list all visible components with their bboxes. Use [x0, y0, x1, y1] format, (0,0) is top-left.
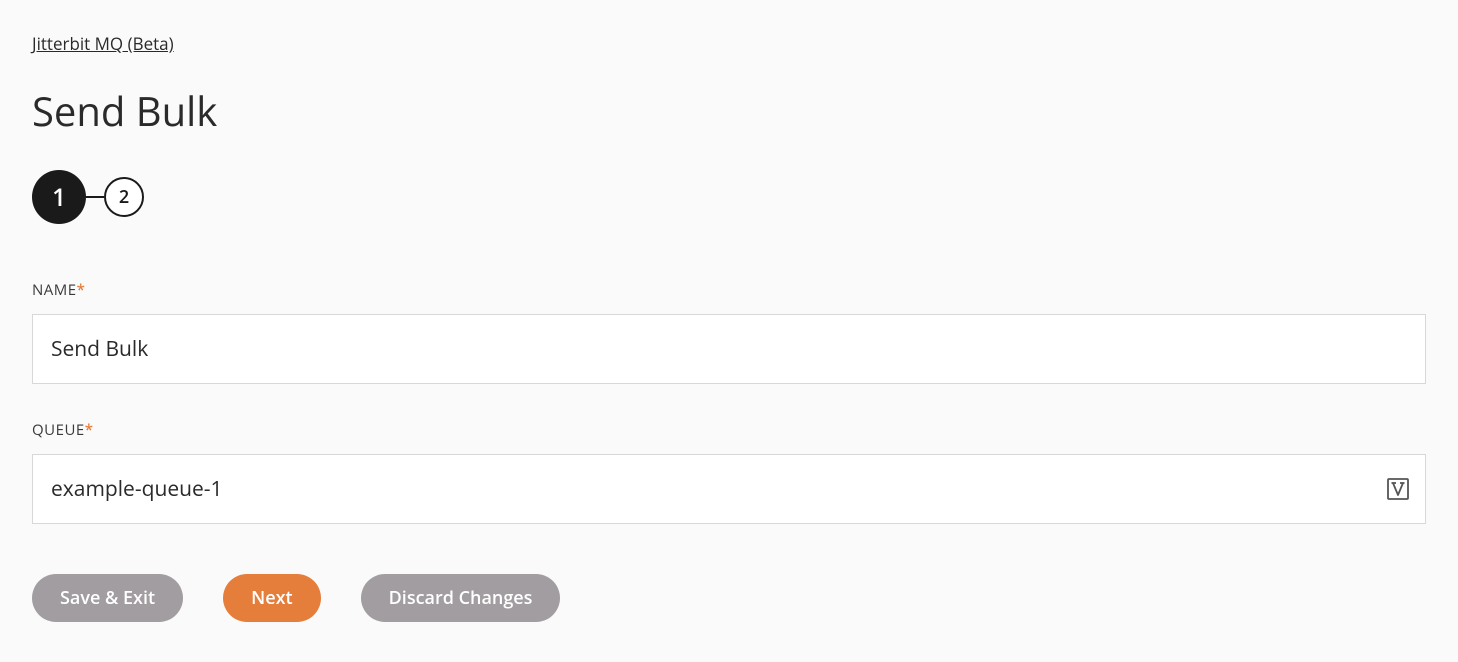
queue-input-wrapper [32, 454, 1426, 524]
step-2-circle[interactable]: 2 [104, 177, 144, 217]
required-asterisk-icon: * [77, 280, 86, 300]
discard-changes-button[interactable]: Discard Changes [361, 574, 561, 622]
button-row: Save & Exit Next Discard Changes [32, 574, 1426, 622]
required-asterisk-icon: * [85, 420, 94, 440]
queue-field-group: QUEUE* [32, 420, 1426, 524]
name-label: NAME* [32, 280, 1426, 300]
step-1-circle[interactable]: 1 [32, 170, 86, 224]
queue-label-text: QUEUE [32, 420, 85, 440]
next-button[interactable]: Next [223, 574, 321, 622]
page-title: Send Bulk [32, 83, 1426, 138]
name-label-text: NAME [32, 280, 77, 300]
breadcrumb-link[interactable]: Jitterbit MQ (Beta) [32, 32, 174, 55]
step-connector [86, 196, 104, 198]
variable-icon[interactable] [1386, 477, 1410, 501]
save-exit-button[interactable]: Save & Exit [32, 574, 183, 622]
step-indicator: 1 2 [32, 170, 1426, 224]
queue-input[interactable] [32, 454, 1426, 524]
name-input[interactable] [32, 314, 1426, 384]
queue-label: QUEUE* [32, 420, 1426, 440]
name-field-group: NAME* [32, 280, 1426, 384]
